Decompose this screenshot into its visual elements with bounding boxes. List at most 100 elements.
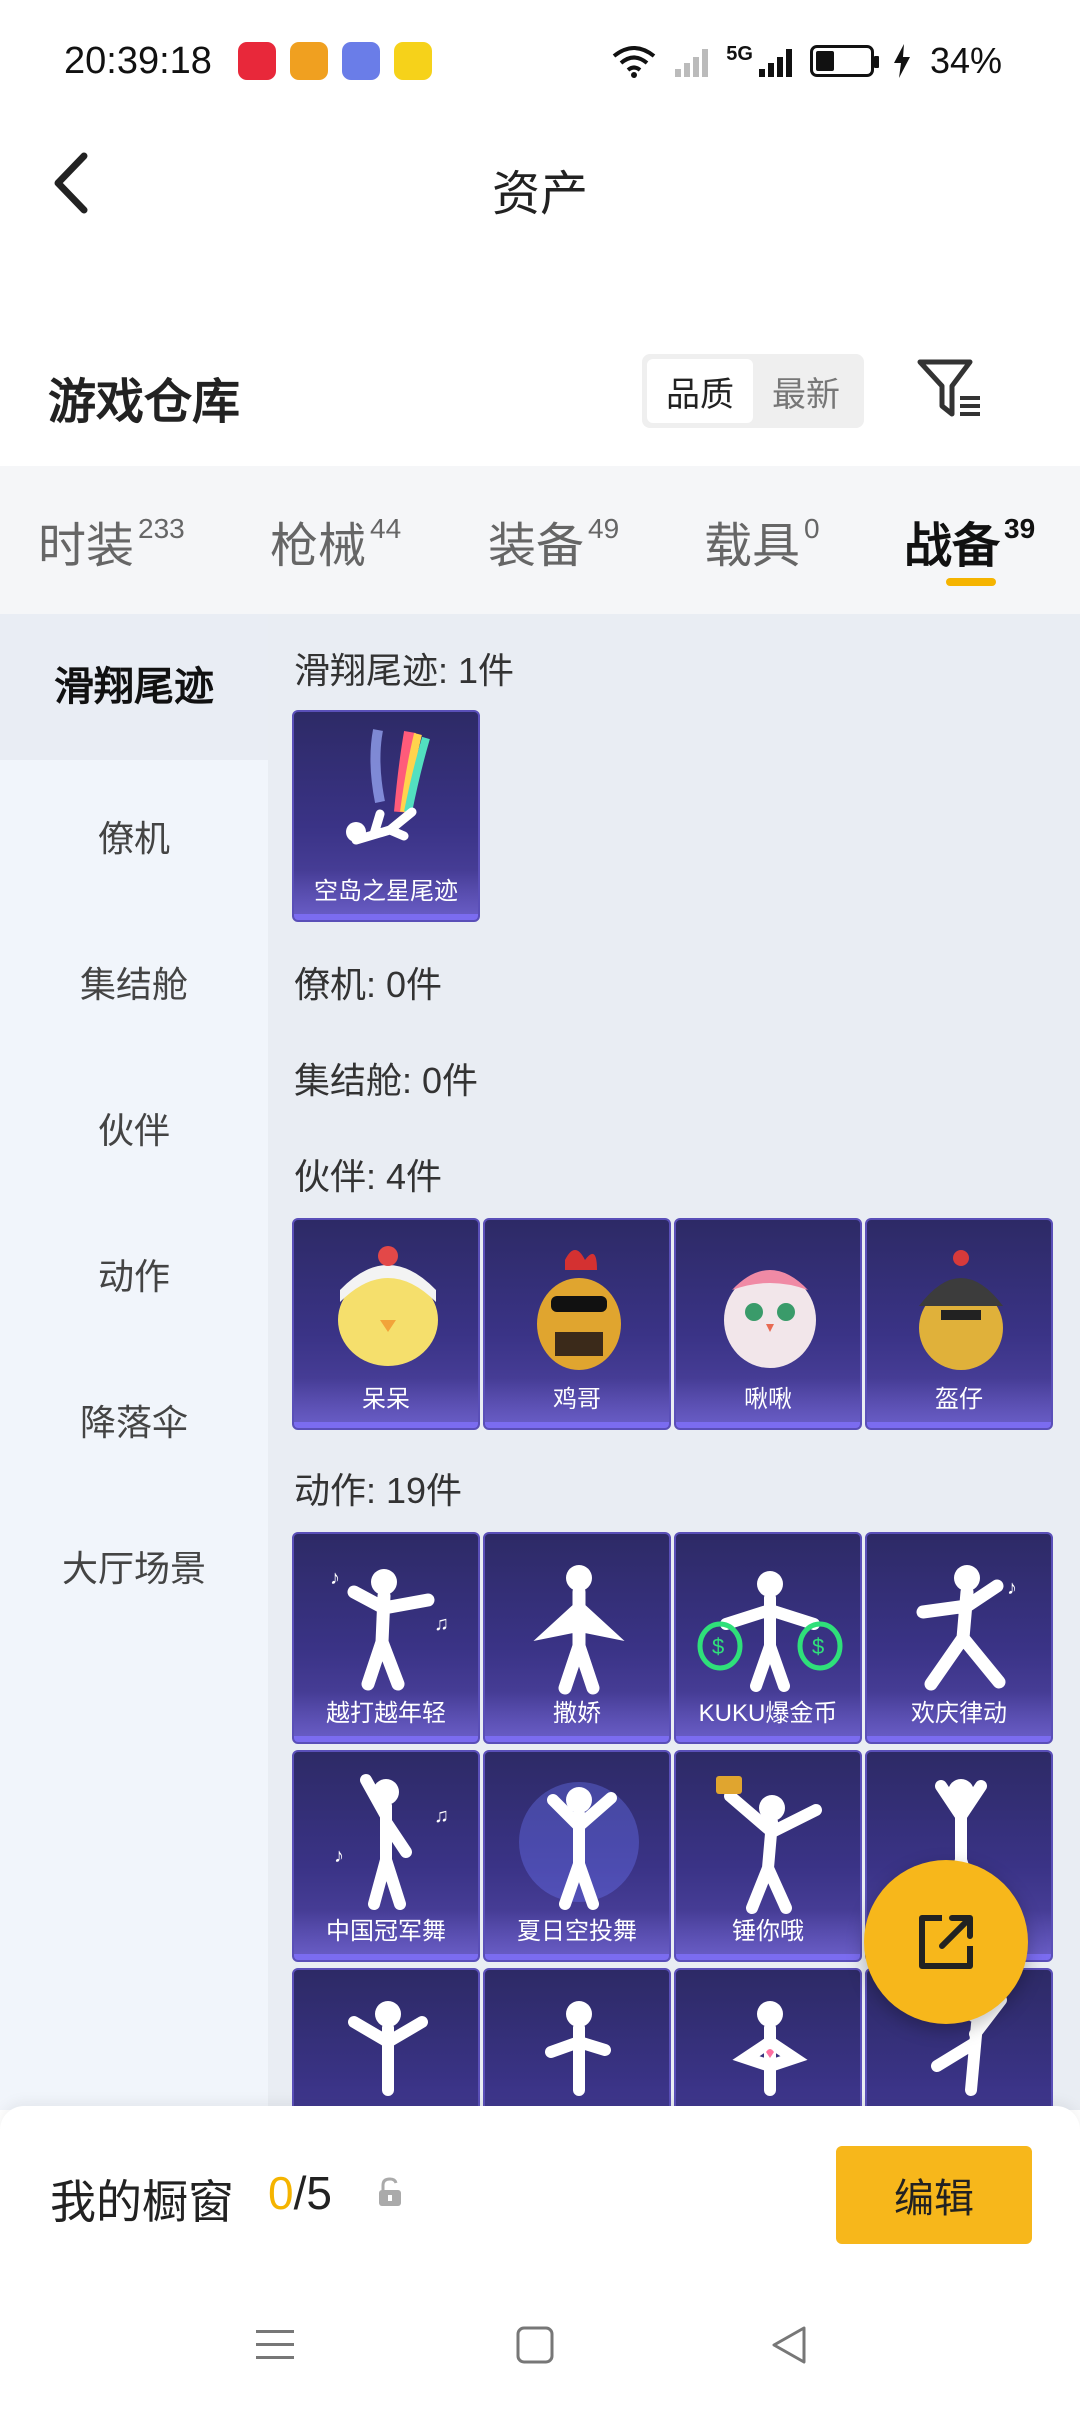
item-name: 呆呆 bbox=[294, 1378, 478, 1422]
sort-toggle: 品质 最新 bbox=[642, 354, 864, 428]
showcase-bar: 我的橱窗 0/5 编辑 bbox=[0, 2106, 1080, 2286]
dancer-art bbox=[533, 1565, 625, 1695]
status-time: 20:39:18 bbox=[64, 40, 212, 82]
svg-text:♪: ♪ bbox=[330, 1567, 340, 1589]
quality-bar bbox=[676, 1954, 860, 1960]
item-card[interactable]: 啾啾 bbox=[674, 1218, 862, 1430]
heart-dancer-art bbox=[732, 2001, 808, 2096]
item-name: 鸡哥 bbox=[485, 1378, 669, 1422]
share-fab[interactable] bbox=[864, 1860, 1028, 2024]
tab-battle-prep[interactable]: 战备 39 bbox=[904, 506, 1035, 576]
item-name: 中国冠军舞 bbox=[294, 1910, 478, 1954]
item-card[interactable] bbox=[674, 1968, 862, 2110]
filter-icon[interactable] bbox=[916, 356, 982, 422]
sort-option-newest[interactable]: 最新 bbox=[753, 359, 859, 423]
share-icon bbox=[919, 1915, 973, 1969]
dancer-art: ♪ bbox=[916, 1565, 1017, 1691]
dancer-art: ♪♫ bbox=[334, 1774, 449, 1910]
section-title-partner: 伙伴: 4件 bbox=[294, 1156, 443, 1197]
back-nav-icon[interactable] bbox=[768, 2324, 810, 2366]
menu-icon[interactable] bbox=[254, 2324, 296, 2366]
section-title-wingman: 僚机: 0件 bbox=[294, 964, 443, 1005]
item-name: 越打越年轻 bbox=[294, 1692, 478, 1736]
dancer-art bbox=[519, 1782, 639, 1910]
battery-icon bbox=[809, 45, 879, 77]
top-app-bar: 资产 bbox=[0, 130, 1080, 240]
tab-fashion[interactable]: 时装 233 bbox=[38, 506, 185, 576]
item-card[interactable]: 盔仔 bbox=[865, 1218, 1053, 1430]
sidebar-item-emote[interactable]: 动作 bbox=[0, 1248, 268, 1300]
quality-bar bbox=[867, 1736, 1051, 1742]
wifi-icon bbox=[613, 46, 656, 78]
hammer-dancer-art bbox=[716, 1776, 822, 1914]
section-title: 游戏仓库 bbox=[48, 376, 241, 429]
svg-text:♪: ♪ bbox=[334, 1845, 344, 1867]
item-name: 欢庆律动 bbox=[867, 1692, 1051, 1736]
item-card[interactable]: ♪ ♫ 越打越年轻 bbox=[292, 1532, 480, 1744]
item-name: KUKU爆金币 bbox=[676, 1692, 860, 1736]
section-title-emote: 动作: 19件 bbox=[294, 1470, 463, 1511]
money-bag-art: $ $ bbox=[697, 1571, 843, 1692]
rooster-art bbox=[537, 1250, 621, 1370]
app-notification-icon bbox=[394, 42, 432, 80]
network-type-label: 5G bbox=[726, 42, 753, 65]
item-card[interactable] bbox=[292, 1968, 480, 2110]
dancer-art bbox=[545, 2001, 611, 2096]
sidebar-item-parachute[interactable]: 降落伞 bbox=[0, 1394, 268, 1446]
edit-button[interactable]: 编辑 bbox=[836, 2146, 1032, 2244]
item-card[interactable]: 鸡哥 bbox=[483, 1218, 671, 1430]
item-card[interactable] bbox=[483, 1968, 671, 2110]
category-tabs: 时装 233 枪械 44 装备 49 载具 0 战备 39 bbox=[0, 466, 1080, 614]
item-card[interactable]: 撒娇 bbox=[483, 1532, 671, 1744]
quality-bar bbox=[676, 1736, 860, 1742]
sidebar-item-capsule[interactable]: 集结舱 bbox=[0, 956, 268, 1008]
quality-bar bbox=[294, 914, 478, 920]
sort-option-quality[interactable]: 品质 bbox=[647, 359, 753, 423]
quality-bar bbox=[294, 1954, 478, 1960]
sidebar-item-trail[interactable]: 滑翔尾迹 bbox=[0, 614, 268, 760]
trail-art bbox=[346, 729, 430, 845]
sidebar-item-partner[interactable]: 伙伴 bbox=[0, 1102, 268, 1154]
svg-text:$: $ bbox=[712, 1634, 724, 1659]
quality-bar bbox=[867, 1422, 1051, 1428]
item-card[interactable]: 呆呆 bbox=[292, 1218, 480, 1430]
page-title: 资产 bbox=[491, 168, 588, 221]
item-card[interactable]: ♪ ♫ 中国冠军舞 bbox=[292, 1750, 480, 1962]
sidebar: 滑翔尾迹 僚机 集结舱 伙伴 动作 降落伞 大厅场景 bbox=[0, 614, 268, 2110]
item-name: 啾啾 bbox=[676, 1378, 860, 1422]
quality-bar bbox=[485, 1954, 669, 1960]
tab-equipment[interactable]: 装备 49 bbox=[488, 506, 619, 576]
item-name: 盔仔 bbox=[867, 1378, 1051, 1422]
home-icon[interactable] bbox=[514, 2324, 556, 2366]
quality-bar bbox=[485, 1422, 669, 1428]
item-card[interactable]: $ $ KUKU爆金币 bbox=[674, 1532, 862, 1744]
item-card[interactable]: ♪ 欢庆律动 bbox=[865, 1532, 1053, 1744]
item-name: 撒娇 bbox=[485, 1692, 669, 1736]
helmet-chick-art bbox=[919, 1250, 1003, 1370]
signal-sim2-icon bbox=[758, 45, 792, 77]
app-notification-icon bbox=[290, 42, 328, 80]
quality-bar bbox=[485, 1736, 669, 1742]
quality-bar bbox=[294, 1422, 478, 1428]
section-title-capsule: 集结舱: 0件 bbox=[294, 1060, 479, 1101]
item-name: 锤你哦 bbox=[676, 1910, 860, 1954]
status-bar: 20:39:18 5G 34% bbox=[0, 0, 1080, 130]
dancer-art: ♪♫ bbox=[330, 1567, 449, 1691]
signal-sim1-icon bbox=[675, 45, 709, 77]
svg-text:♫: ♫ bbox=[434, 1805, 449, 1827]
item-name: 空岛之星尾迹 bbox=[294, 870, 478, 914]
tab-vehicles[interactable]: 载具 0 bbox=[704, 506, 820, 576]
item-card[interactable]: 空岛之星尾迹 bbox=[292, 710, 480, 922]
quality-bar bbox=[294, 1736, 478, 1742]
showcase-label: 我的橱窗 bbox=[50, 2176, 234, 2228]
item-card[interactable]: 夏日空投舞 bbox=[483, 1750, 671, 1962]
dancer-art bbox=[348, 2001, 428, 2096]
item-card[interactable]: 锤你哦 bbox=[674, 1750, 862, 1962]
sidebar-item-wingman[interactable]: 僚机 bbox=[0, 810, 268, 862]
sidebar-item-lobby-scene[interactable]: 大厅场景 bbox=[0, 1540, 268, 1592]
notification-icons bbox=[238, 42, 432, 80]
tab-guns[interactable]: 枪械 44 bbox=[270, 506, 401, 576]
charging-icon bbox=[893, 44, 910, 78]
item-name: 夏日空投舞 bbox=[485, 1910, 669, 1954]
quality-bar bbox=[676, 1422, 860, 1428]
